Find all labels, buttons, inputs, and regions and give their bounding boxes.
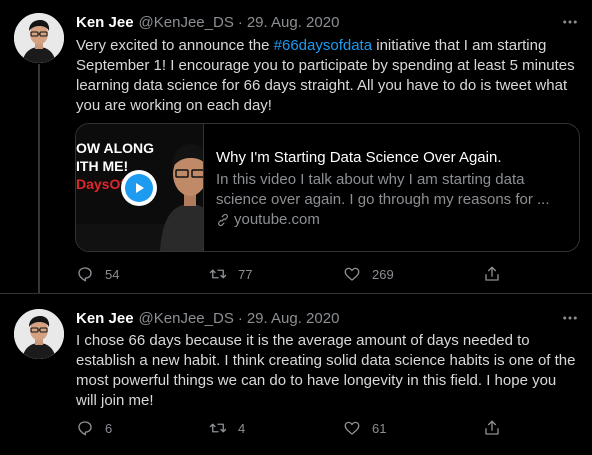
reply-count: 54 — [105, 266, 120, 282]
thumbnail-person — [160, 144, 203, 251]
link-icon — [218, 213, 228, 227]
share-button[interactable] — [483, 265, 501, 283]
thumbnail-caption-2: ITH ME! — [76, 158, 129, 174]
thread-connector — [38, 64, 40, 294]
tweet-header: Ken Jee @KenJee_DS · 29. Aug. 2020 — [76, 12, 339, 32]
link-card[interactable]: OW ALONG ITH ME! DaysOfData Why I'm Star… — [75, 123, 580, 252]
like-count: 61 — [372, 420, 387, 436]
retweet-icon — [209, 269, 227, 279]
text-before: Very excited to announce the — [76, 37, 274, 54]
user-handle[interactable]: @KenJee_DS — [139, 14, 234, 31]
display-name[interactable]: Ken Jee — [76, 310, 134, 327]
share-button[interactable] — [483, 419, 501, 437]
video-thumbnail[interactable]: OW ALONG ITH ME! DaysOfData — [76, 124, 204, 251]
reply-button[interactable]: 6 — [76, 419, 209, 437]
more-icon[interactable] — [560, 12, 580, 32]
like-icon — [344, 421, 360, 435]
tweet-date[interactable]: 29. Aug. 2020 — [247, 14, 340, 31]
reply-icon — [78, 421, 92, 436]
avatar[interactable] — [14, 309, 64, 359]
like-button[interactable]: 61 — [343, 419, 483, 437]
tweet-text: I chose 66 days because it is the averag… — [76, 332, 576, 409]
retweet-button[interactable]: 77 — [209, 265, 343, 283]
action-bar: 6 4 61 — [76, 417, 516, 439]
more-icon[interactable] — [560, 308, 580, 328]
like-button[interactable]: 269 — [343, 265, 483, 283]
action-bar: 54 77 269 — [76, 263, 516, 285]
retweet-count: 77 — [238, 266, 253, 282]
tweet-divider — [0, 293, 592, 294]
reply-count: 6 — [105, 420, 113, 436]
separator: · — [237, 309, 243, 327]
separator: · — [237, 13, 243, 31]
card-description: In this video I talk about why I am star… — [216, 171, 550, 208]
card-title[interactable]: Why I'm Starting Data Science Over Again… — [216, 148, 567, 168]
retweet-icon — [209, 423, 227, 433]
reply-button[interactable]: 54 — [76, 265, 209, 283]
tweet-date[interactable]: 29. Aug. 2020 — [247, 310, 340, 327]
user-handle[interactable]: @KenJee_DS — [139, 310, 234, 327]
card-domain: youtube.com — [216, 210, 567, 230]
card-domain-label: youtube.com — [234, 211, 320, 228]
play-icon[interactable] — [121, 170, 157, 206]
retweet-button[interactable]: 4 — [209, 419, 343, 437]
tweet-header: Ken Jee @KenJee_DS · 29. Aug. 2020 — [76, 308, 339, 328]
avatar[interactable] — [14, 13, 64, 63]
reply-icon — [78, 267, 92, 282]
share-icon — [485, 420, 499, 435]
display-name[interactable]: Ken Jee — [76, 14, 134, 31]
like-count: 269 — [372, 266, 394, 282]
card-body: Why I'm Starting Data Science Over Again… — [204, 124, 579, 251]
retweet-count: 4 — [238, 420, 246, 436]
like-icon — [344, 267, 360, 281]
share-icon — [485, 266, 499, 281]
hashtag-link[interactable]: #66daysofdata — [274, 37, 372, 54]
tweet-text: Very excited to announce the #66daysofda… — [76, 36, 576, 116]
thumbnail-caption-1: OW ALONG — [76, 140, 155, 156]
